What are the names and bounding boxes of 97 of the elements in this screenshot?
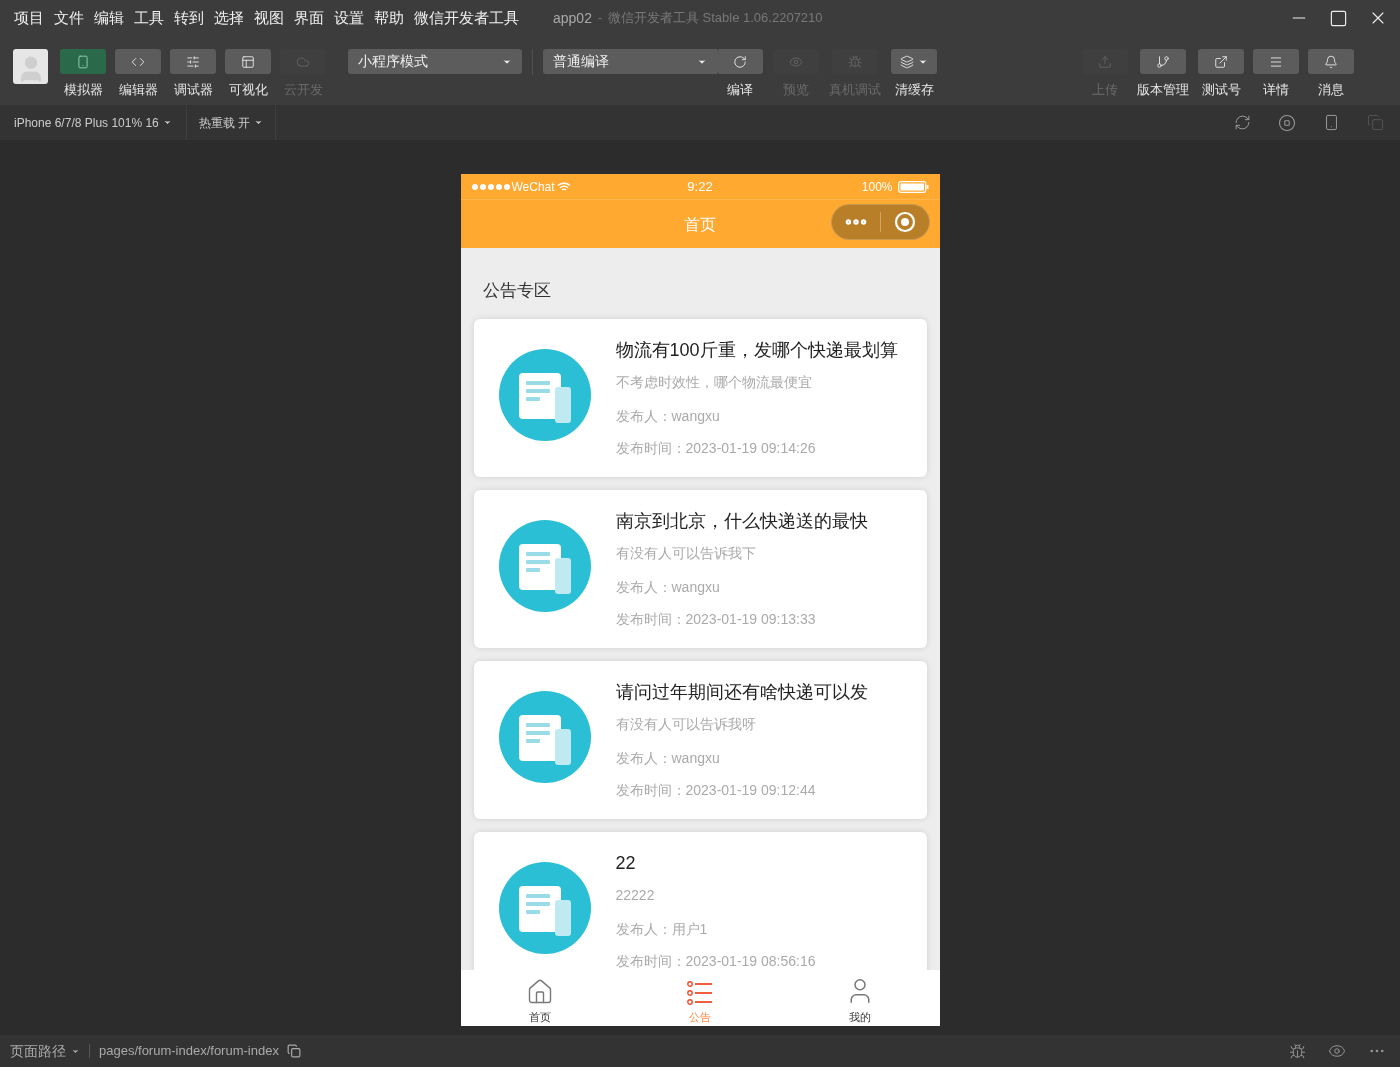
page-title: 首页: [684, 215, 716, 235]
battery-icon: [897, 180, 929, 193]
phone-icon[interactable]: [1323, 114, 1340, 131]
toolbar-label: 编译: [727, 81, 753, 99]
layout-icon: [241, 54, 255, 69]
bell-icon: [1324, 54, 1338, 69]
tab-bar-item[interactable]: 我的: [779, 970, 940, 1026]
eye-icon: [789, 54, 803, 69]
post-summary: 22222: [615, 887, 655, 903]
menu-item[interactable]: 编辑: [94, 6, 124, 30]
signal-icon: [471, 183, 510, 190]
stop-icon[interactable]: [1278, 113, 1296, 132]
post-title: 南京到北京，什么快递送的最快: [615, 510, 868, 533]
toolbar-label: 清缓存: [894, 81, 934, 99]
section-title: 公告专区: [482, 280, 552, 302]
phone-icon: [76, 54, 90, 69]
toolbar-button[interactable]: [717, 49, 763, 74]
hot-reload-toggle[interactable]: 热重载 开: [186, 105, 277, 140]
toolbar-label: 编辑器: [118, 81, 158, 99]
document-icon: [498, 862, 591, 954]
menu-icon: [1269, 54, 1283, 69]
menu-item[interactable]: 文件: [54, 6, 84, 30]
mode-select[interactable]: 小程序模式: [348, 49, 522, 74]
upload-icon: [1098, 54, 1112, 69]
post-title: 物流有100斤重，发哪个快递最划算: [615, 339, 898, 362]
capsule-button[interactable]: [830, 204, 930, 240]
post-time: 发布时间：2023-01-19 09:14:26: [615, 440, 816, 456]
maximize-icon[interactable]: [1329, 8, 1348, 28]
post-summary: 有没有人可以告诉我下: [615, 545, 756, 561]
post-title: 22: [615, 852, 636, 875]
toolbar-label: 消息: [1318, 81, 1344, 99]
toolbar-button[interactable]: [891, 49, 937, 74]
clock: 9:22: [687, 177, 713, 196]
menu-item[interactable]: 工具: [134, 6, 164, 30]
tab-bar-item[interactable]: 首页: [460, 970, 621, 1026]
toolbar-button[interactable]: [1308, 49, 1354, 74]
wifi-icon: [556, 181, 571, 192]
post-author: 发布人：wangxu: [615, 408, 720, 424]
caret-icon: [162, 118, 172, 127]
target-icon[interactable]: [893, 211, 916, 233]
post-author: 发布人：用户1: [615, 921, 708, 937]
post-author: 发布人：wangxu: [615, 579, 720, 595]
external-link-icon: [1214, 54, 1228, 69]
post-time: 发布时间：2023-01-19 09:13:33: [615, 611, 816, 627]
post-card[interactable]: 南京到北京，什么快递送的最快 有没有人可以告诉我下 发布人：wangxu 发布时间：2023-01-19 09:13:33: [473, 490, 927, 648]
document-icon: [498, 691, 591, 783]
post-time: 发布时间：2023-01-19 08:56:16: [615, 953, 816, 969]
toolbar-label: 详情: [1263, 81, 1289, 99]
device-select[interactable]: iPhone 6/7/8 Plus 101% 16: [0, 105, 187, 140]
post-title: 请问过年期间还有啥快递可以发: [615, 681, 868, 704]
menu-item[interactable]: 视图: [254, 6, 284, 30]
branch-icon: [1156, 54, 1170, 69]
post-summary: 有没有人可以告诉我呀: [615, 716, 756, 732]
refresh-icon[interactable]: [1234, 114, 1251, 131]
list-icon: [687, 979, 713, 1006]
toolbar-label: 测试号: [1201, 81, 1241, 99]
menu-item[interactable]: 项目: [14, 6, 44, 30]
page-path: pages/forum-index/forum-index: [99, 1042, 279, 1061]
menu-item[interactable]: 设置: [334, 6, 364, 30]
toolbar-label: 模拟器: [63, 81, 103, 99]
toolbar-button[interactable]: [1140, 49, 1186, 74]
menu-item[interactable]: 转到: [174, 6, 204, 30]
menu-item[interactable]: 选择: [214, 6, 244, 30]
bug-icon[interactable]: [1289, 1042, 1306, 1060]
menu-item[interactable]: 帮助: [374, 6, 404, 30]
toolbar-label: 可视化: [228, 81, 268, 99]
post-card[interactable]: 请问过年期间还有啥快递可以发 有没有人可以告诉我呀 发布人：wangxu 发布时间：2023-01-19 09:12:44: [473, 661, 927, 819]
document-icon: [498, 520, 591, 612]
document-icon: [498, 349, 591, 441]
post-author: 发布人：wangxu: [615, 750, 720, 766]
menu-item[interactable]: 微信开发者工具: [414, 6, 519, 30]
caret-icon: [254, 118, 264, 127]
post-summary: 不考虑时效性，哪个物流最便宜: [615, 374, 812, 390]
toolbar-button[interactable]: [170, 49, 216, 74]
toolbar-label: 调试器: [173, 81, 213, 99]
bug-icon: [848, 54, 862, 69]
toolbar-button[interactable]: [1198, 49, 1244, 74]
eye-icon[interactable]: [1328, 1042, 1346, 1060]
sliders-icon: [186, 54, 200, 69]
title-separator: -: [597, 10, 602, 27]
page-path-select[interactable]: 页面路径: [10, 1040, 80, 1062]
post-time: 发布时间：2023-01-19 09:12:44: [615, 782, 816, 798]
copy-icon[interactable]: [286, 1044, 301, 1058]
toolbar-button[interactable]: [1253, 49, 1299, 74]
toolbar-button[interactable]: [60, 49, 106, 74]
carrier-label: WeChat: [511, 178, 555, 196]
layers-icon: [900, 54, 914, 69]
toolbar-label: 版本管理: [1137, 81, 1189, 99]
refresh-icon: [733, 54, 747, 69]
toolbar-button[interactable]: [225, 49, 271, 74]
post-card[interactable]: 22 22222 发布人：用户1 发布时间：2023-01-19 08:56:16: [473, 832, 927, 970]
compile-select[interactable]: 普通编译: [543, 49, 717, 74]
menu-item[interactable]: 界面: [294, 6, 324, 30]
post-card[interactable]: 物流有100斤重，发哪个快递最划算 不考虑时效性，哪个物流最便宜 发布人：wangxu 发布时间：2023-01-19 09:14:26: [473, 319, 927, 477]
window-title: app02: [553, 8, 592, 28]
battery-label: 100%: [861, 178, 893, 196]
cloud-icon: [296, 54, 310, 69]
